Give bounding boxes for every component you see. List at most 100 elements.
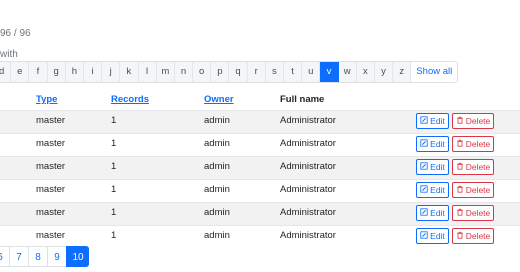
trash-icon <box>456 182 464 198</box>
trash-icon <box>456 228 464 244</box>
sort-type-link[interactable]: Type <box>36 94 57 105</box>
table-header: Type Records Owner Full name <box>0 88 520 110</box>
full-name-header: Full name <box>280 94 325 105</box>
letter-filter-u[interactable]: u <box>302 62 321 82</box>
delete-label: Delete <box>465 162 491 172</box>
sort-records-link[interactable]: Records <box>111 94 149 105</box>
pagination: 678910 <box>0 246 89 267</box>
cell-full-name: Administrator <box>280 207 336 218</box>
delete-label: Delete <box>465 185 491 195</box>
trash-icon <box>456 113 464 129</box>
cell-records: 1 <box>111 184 117 195</box>
edit-label: Edit <box>430 208 445 218</box>
letter-filter-h[interactable]: h <box>66 62 84 82</box>
edit-label: Edit <box>430 162 445 172</box>
table-row: master 1 admin Administrator Edit Delete <box>0 202 520 225</box>
cell-full-name: Administrator <box>280 161 336 172</box>
cell-records: 1 <box>111 230 117 241</box>
cell-owner: admin <box>204 207 230 218</box>
cell-owner: admin <box>204 161 230 172</box>
cell-records: 1 <box>111 138 117 149</box>
delete-button[interactable]: Delete <box>452 113 494 129</box>
letter-filter-n[interactable]: n <box>175 62 194 82</box>
table-row: master 1 admin Administrator Edit Delete <box>0 225 520 248</box>
page-link-8[interactable]: 8 <box>28 246 47 267</box>
cell-owner: admin <box>204 138 230 149</box>
delete-label: Delete <box>465 139 491 149</box>
record-count: 96 / 96 <box>0 28 31 39</box>
cell-type: master <box>36 230 66 241</box>
edit-button[interactable]: Edit <box>416 136 449 152</box>
table-row: master 1 admin Administrator Edit Delete <box>0 110 520 133</box>
page-link-10[interactable]: 10 <box>66 246 89 267</box>
trash-icon <box>456 136 464 152</box>
show-all-button[interactable]: Show all <box>411 62 458 82</box>
edit-icon <box>420 136 428 152</box>
cell-owner: admin <box>204 115 230 126</box>
edit-button[interactable]: Edit <box>416 182 449 198</box>
edit-button[interactable]: Edit <box>416 113 449 129</box>
letter-filter-g[interactable]: g <box>48 62 66 82</box>
letter-filter-e[interactable]: e <box>11 62 30 82</box>
letter-filter-m[interactable]: m <box>157 62 175 82</box>
cell-records: 1 <box>111 115 117 126</box>
edit-icon <box>420 159 428 175</box>
cell-owner: admin <box>204 230 230 241</box>
trash-icon <box>456 205 464 221</box>
edit-button[interactable]: Edit <box>416 228 449 244</box>
delete-label: Delete <box>465 231 491 241</box>
edit-label: Edit <box>430 185 445 195</box>
filter-label: with <box>0 49 18 60</box>
edit-label: Edit <box>430 231 445 241</box>
edit-button[interactable]: Edit <box>416 205 449 221</box>
letter-filter-x[interactable]: x <box>357 62 375 82</box>
edit-icon <box>420 205 428 221</box>
letter-filter-q[interactable]: q <box>229 62 248 82</box>
delete-button[interactable]: Delete <box>452 182 494 198</box>
letter-filter-d[interactable]: d <box>0 62 12 82</box>
table-row: master 1 admin Administrator Edit Delete <box>0 179 520 202</box>
letter-filter-s[interactable]: s <box>266 62 284 82</box>
delete-label: Delete <box>465 208 491 218</box>
sort-owner-link[interactable]: Owner <box>204 94 234 105</box>
letter-filter-z[interactable]: z <box>393 62 412 82</box>
delete-label: Delete <box>465 116 491 126</box>
page-link-7[interactable]: 7 <box>9 246 28 267</box>
cell-records: 1 <box>111 207 117 218</box>
letter-filter-p[interactable]: p <box>211 62 230 82</box>
trash-icon <box>456 159 464 175</box>
cell-type: master <box>36 207 66 218</box>
letter-filter-v[interactable]: v <box>320 62 339 82</box>
cell-full-name: Administrator <box>280 115 336 126</box>
delete-button[interactable]: Delete <box>452 205 494 221</box>
cell-full-name: Administrator <box>280 184 336 195</box>
letter-filter-l[interactable]: l <box>139 62 157 82</box>
edit-icon <box>420 228 428 244</box>
page-link-6[interactable]: 6 <box>0 246 9 267</box>
letter-filter-o[interactable]: o <box>193 62 212 82</box>
letter-filter-k[interactable]: k <box>120 62 139 82</box>
letter-filter-i[interactable]: i <box>84 62 103 82</box>
cell-type: master <box>36 138 66 149</box>
edit-button[interactable]: Edit <box>416 159 449 175</box>
letter-filter-w[interactable]: w <box>339 62 357 82</box>
delete-button[interactable]: Delete <box>452 136 494 152</box>
edit-icon <box>420 113 428 129</box>
letter-filter-f[interactable]: f <box>29 62 48 82</box>
cell-type: master <box>36 115 66 126</box>
letter-filter-r[interactable]: r <box>248 62 266 82</box>
letter-filter-j[interactable]: j <box>102 62 121 82</box>
page-link-9[interactable]: 9 <box>47 246 66 267</box>
letter-filter-t[interactable]: t <box>284 62 303 82</box>
delete-button[interactable]: Delete <box>452 159 494 175</box>
edit-label: Edit <box>430 116 445 126</box>
table-row: master 1 admin Administrator Edit Delete <box>0 133 520 156</box>
letter-filter-y[interactable]: y <box>375 62 394 82</box>
cell-owner: admin <box>204 184 230 195</box>
cell-type: master <box>36 161 66 172</box>
edit-icon <box>420 182 428 198</box>
delete-button[interactable]: Delete <box>452 228 494 244</box>
edit-label: Edit <box>430 139 445 149</box>
cell-full-name: Administrator <box>280 138 336 149</box>
cell-full-name: Administrator <box>280 230 336 241</box>
